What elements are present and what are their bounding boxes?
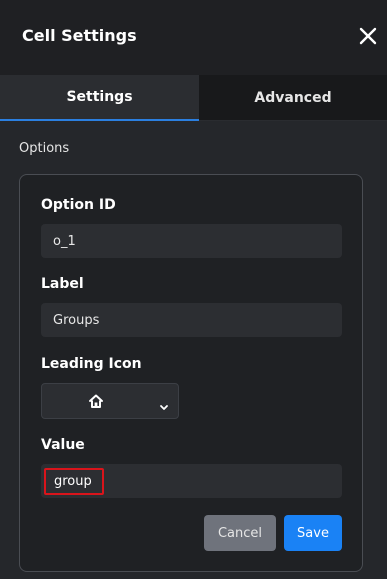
value-input[interactable]: [44, 468, 104, 495]
tab-settings[interactable]: Settings: [0, 75, 199, 121]
option-id-input[interactable]: [41, 224, 342, 258]
panel-title: Cell Settings: [22, 26, 137, 45]
label-input[interactable]: [41, 303, 342, 337]
tab-advanced[interactable]: Advanced: [199, 75, 387, 121]
label-field-label: Label: [41, 276, 84, 292]
leading-icon-label: Leading Icon: [41, 356, 142, 372]
settings-body: Options Option ID Label Leading Icon: [0, 121, 387, 579]
chevron-down-icon: [159, 397, 169, 410]
cell-settings-panel: Cell Settings Settings Advanced Options …: [0, 0, 387, 579]
cancel-button[interactable]: Cancel: [204, 515, 276, 551]
panel-header: Cell Settings: [0, 0, 387, 74]
value-field-label: Value: [41, 437, 85, 453]
tab-bar: Settings Advanced: [0, 75, 387, 121]
save-button[interactable]: Save: [284, 515, 342, 551]
option-id-label: Option ID: [41, 197, 116, 213]
option-card: Option ID Label Leading Icon: [19, 174, 363, 572]
value-field-container: [41, 464, 342, 498]
leading-icon-select[interactable]: [41, 383, 179, 419]
close-icon[interactable]: [358, 26, 378, 46]
home-icon: [88, 393, 104, 409]
options-section-label: Options: [19, 141, 70, 156]
